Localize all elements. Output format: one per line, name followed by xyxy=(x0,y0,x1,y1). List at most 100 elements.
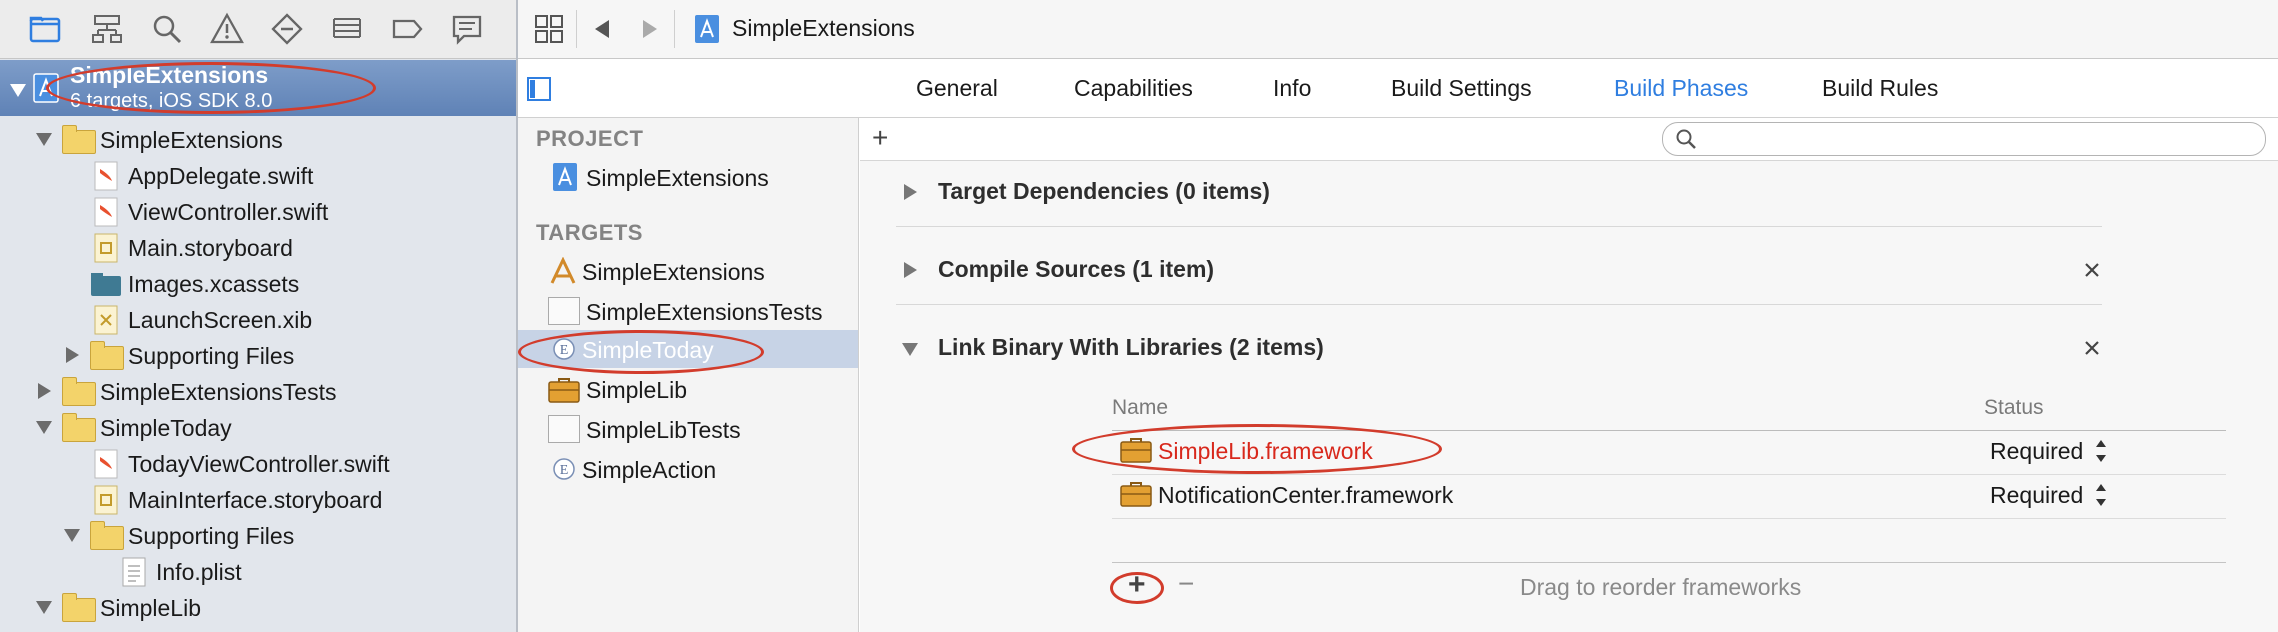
project-targets-list: PROJECT SimpleExtensions TARGETS SimpleE… xyxy=(518,118,859,632)
library-row[interactable]: NotificationCenter.framework Required xyxy=(1112,474,2226,519)
annotation-oval-framework xyxy=(1072,424,1442,474)
tree-item-group[interactable]: Supporting Files xyxy=(0,338,516,374)
chevron-down-icon[interactable] xyxy=(36,133,52,146)
svg-text:E: E xyxy=(560,463,569,478)
tab-build-settings[interactable]: Build Settings xyxy=(1391,75,1532,102)
add-phase-button[interactable]: + xyxy=(872,122,888,154)
tree-item-label: SimpleToday xyxy=(100,415,232,441)
phase-compile-sources[interactable]: Compile Sources (1 item) xyxy=(896,238,2102,305)
column-header-name: Name xyxy=(1112,396,1169,419)
chevron-right-icon[interactable] xyxy=(904,262,917,278)
target-item[interactable]: SimpleLib xyxy=(518,370,858,408)
tree-item-label: Supporting Files xyxy=(128,343,295,369)
folder-icon xyxy=(90,521,124,550)
breakpoint-icon[interactable] xyxy=(390,12,424,46)
storyboard-file-icon xyxy=(94,233,118,263)
tab-build-phases[interactable]: Build Phases xyxy=(1614,75,1748,102)
sidebar-toggle-icon[interactable] xyxy=(526,76,552,102)
tree-item-file[interactable]: AppDelegate.swift xyxy=(0,158,516,194)
storyboard-file-icon xyxy=(94,485,118,515)
close-icon[interactable] xyxy=(2084,262,2100,278)
library-status[interactable]: Required xyxy=(1990,482,2083,509)
warning-icon[interactable] xyxy=(210,12,244,46)
chevron-right-icon[interactable] xyxy=(38,383,51,399)
target-label: SimpleLib xyxy=(586,377,687,403)
editor-tab-bar: General Capabilities Info Build Settings… xyxy=(518,59,2278,118)
tree-item-group[interactable]: SimpleExtensions xyxy=(0,122,516,158)
annotation-oval-target xyxy=(518,330,764,374)
navigator-toolbar xyxy=(0,0,516,59)
search-icon xyxy=(1676,129,1696,149)
remove-library-button[interactable]: − xyxy=(1178,568,1194,600)
tree-item-file[interactable]: Images.xcassets xyxy=(0,266,516,302)
target-item[interactable]: E SimpleAction xyxy=(518,450,858,488)
tree-item-file[interactable]: Info.plist xyxy=(0,554,516,590)
extension-target-icon: E xyxy=(553,458,575,480)
tab-info[interactable]: Info xyxy=(1273,75,1311,102)
debug-icon[interactable] xyxy=(330,12,364,46)
back-arrow-icon[interactable] xyxy=(592,18,612,40)
filter-search-field[interactable] xyxy=(1662,122,2266,156)
plist-file-icon xyxy=(122,557,146,587)
status-stepper-icon[interactable] xyxy=(2094,480,2108,510)
assets-folder-icon xyxy=(91,273,121,296)
folder-icon xyxy=(62,413,96,442)
annotation-oval-add xyxy=(1110,572,1164,604)
search-icon[interactable] xyxy=(150,12,184,46)
tree-item-file[interactable]: TodayViewController.swift xyxy=(0,446,516,482)
hierarchy-icon[interactable] xyxy=(90,12,124,46)
folder-icon[interactable] xyxy=(28,12,62,46)
library-status[interactable]: Required xyxy=(1990,438,2083,465)
chevron-down-icon[interactable] xyxy=(64,529,80,542)
column-header-status: Status xyxy=(1984,396,2044,419)
project-file-icon xyxy=(553,163,577,191)
chevron-down-icon[interactable] xyxy=(36,421,52,434)
tree-item-file[interactable]: Main.storyboard xyxy=(0,230,516,266)
related-items-grid-icon[interactable] xyxy=(534,14,564,44)
status-stepper-icon[interactable] xyxy=(2094,436,2108,466)
tree-item-group[interactable]: SimpleToday xyxy=(0,410,516,446)
tree-item-group[interactable]: SimpleExtensionsTests xyxy=(0,374,516,410)
phase-target-dependencies[interactable]: Target Dependencies (0 items) xyxy=(896,160,2102,227)
chevron-down-icon[interactable] xyxy=(36,601,52,614)
tree-item-label: ViewController.swift xyxy=(128,199,329,225)
close-icon[interactable] xyxy=(2084,340,2100,356)
tree-item-label: MainInterface.storyboard xyxy=(128,487,383,513)
tree-item-group[interactable]: Supporting Files xyxy=(0,518,516,554)
drag-reorder-hint: Drag to reorder frameworks xyxy=(1520,574,1802,600)
tab-capabilities[interactable]: Capabilities xyxy=(1074,75,1193,102)
chevron-right-icon[interactable] xyxy=(904,184,917,200)
project-file-icon xyxy=(695,15,719,43)
build-phases-editor: + Target Dependencies (0 items) Compile … xyxy=(860,118,2278,632)
project-item[interactable]: SimpleExtensions xyxy=(518,158,858,196)
tree-item-label: Main.storyboard xyxy=(128,235,293,261)
annotation-oval-project xyxy=(46,62,376,114)
build-phases-toolbar: + xyxy=(860,118,2278,161)
tree-item-file[interactable]: LaunchScreen.xib xyxy=(0,302,516,338)
tab-build-rules[interactable]: Build Rules xyxy=(1822,75,1938,102)
project-section-header: PROJECT xyxy=(536,126,644,151)
jump-bar-divider xyxy=(674,10,675,48)
app-target-icon xyxy=(550,257,576,284)
tree-item-label: SimpleExtensions xyxy=(100,127,283,153)
chevron-down-icon[interactable] xyxy=(902,343,918,356)
test-icon[interactable] xyxy=(270,12,304,46)
tree-item-file[interactable]: ViewController.swift xyxy=(0,194,516,230)
framework-toolbox-icon xyxy=(1120,482,1152,507)
xib-file-icon xyxy=(94,305,118,335)
library-name: NotificationCenter.framework xyxy=(1158,482,1454,508)
target-item[interactable]: SimpleExtensions xyxy=(518,252,858,290)
tree-item-file[interactable]: MainInterface.storyboard xyxy=(0,482,516,518)
forward-arrow-icon[interactable] xyxy=(640,18,660,40)
jump-bar-crumb[interactable]: SimpleExtensions xyxy=(732,15,915,42)
target-label: SimpleLibTests xyxy=(586,417,741,443)
tree-item-label: AppDelegate.swift xyxy=(128,163,314,189)
tree-item-group[interactable]: SimpleLib xyxy=(0,590,516,626)
tab-general[interactable]: General xyxy=(916,75,998,102)
target-item[interactable]: SimpleLibTests xyxy=(518,410,858,448)
swift-file-icon xyxy=(94,197,118,227)
chevron-down-icon[interactable] xyxy=(10,84,26,97)
chevron-right-icon[interactable] xyxy=(66,347,79,363)
log-icon[interactable] xyxy=(450,12,484,46)
target-item[interactable]: SimpleExtensionsTests xyxy=(518,292,858,330)
